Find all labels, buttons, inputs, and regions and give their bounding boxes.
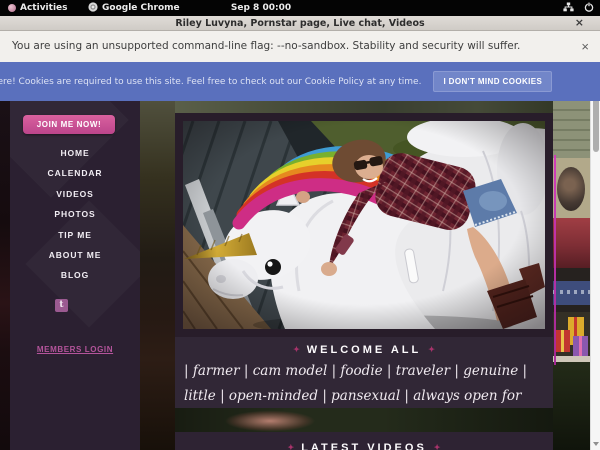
- sidebar-item-blog[interactable]: BLOG: [10, 265, 140, 285]
- system-status-area: [563, 0, 594, 16]
- background-left-strip: [0, 101, 10, 450]
- infobar-close-button[interactable]: ×: [581, 31, 589, 62]
- sidebar-menu: HOME CALENDAR VIDEOS PHOTOS TIP ME ABOUT…: [10, 143, 140, 286]
- welcome-heading: ✦ WELCOME ALL ✦: [175, 337, 553, 356]
- members-login-link[interactable]: MEMBERS LOGIN: [10, 345, 140, 354]
- tumblr-icon[interactable]: t: [55, 299, 68, 312]
- cookie-banner: Hey there! Cookies are required to use t…: [0, 62, 600, 101]
- latest-videos-heading: ✦ LATEST VIDEOS ✦: [175, 432, 553, 450]
- main-content: ✦ WELCOME ALL ✦ | farmer | cam model | foo…: [175, 113, 553, 450]
- cookie-message: Hey there! Cookies are required to use t…: [0, 77, 421, 87]
- welcome-panel: ✦ WELCOME ALL ✦ | farmer | cam model | foo…: [175, 337, 553, 408]
- background-middle-strip: [140, 101, 175, 450]
- sidebar-item-home[interactable]: HOME: [10, 143, 140, 163]
- welcome-title: WELCOME ALL: [307, 344, 421, 356]
- gift-box-purple: [573, 336, 588, 358]
- power-icon[interactable]: [584, 2, 594, 15]
- hero-photo-unicorn-scene: [183, 121, 545, 329]
- panel-gap: [175, 408, 553, 432]
- background-top-strip: [175, 101, 553, 113]
- background-magenta-edge: [554, 155, 556, 365]
- distro-dot-icon: [8, 4, 16, 12]
- infobar-message: You are using an unsupported command-lin…: [12, 31, 520, 62]
- window-title-bar: Riley Luvyna, Pornstar page, Live chat, …: [0, 16, 600, 31]
- background-blue-blanket: [553, 281, 591, 305]
- sidebar: JOIN ME NOW! HOME CALENDAR VIDEOS PHOTOS…: [10, 101, 140, 450]
- gift-box-red: [555, 330, 570, 352]
- page-viewport: JOIN ME NOW! HOME CALENDAR VIDEOS PHOTOS…: [0, 101, 600, 450]
- window-title: Riley Luvyna, Pornstar page, Live chat, …: [175, 18, 424, 29]
- app-name-label: Google Chrome: [102, 3, 180, 13]
- focused-app-menu[interactable]: Google Chrome: [88, 0, 180, 16]
- cookie-accept-button[interactable]: I DON'T MIND COOKIES: [433, 71, 552, 92]
- background-gifts-area: [553, 312, 591, 362]
- scroll-down-arrow-icon[interactable]: [593, 442, 599, 446]
- sidebar-item-tip-me[interactable]: TIP ME: [10, 225, 140, 245]
- system-top-bar: Activities Google Chrome Sep 8 00:00: [0, 0, 600, 16]
- activities-button[interactable]: Activities: [8, 0, 68, 16]
- scrollbar[interactable]: [590, 62, 600, 450]
- window-close-button[interactable]: ×: [575, 16, 584, 30]
- sidebar-item-videos[interactable]: VIDEOS: [10, 184, 140, 204]
- network-icon[interactable]: [563, 2, 574, 15]
- join-me-now-button[interactable]: JOIN ME NOW!: [23, 115, 115, 134]
- background-grass: [553, 362, 591, 450]
- tagline-text: | farmer | cam model | foodie | traveler…: [184, 359, 544, 408]
- sidebar-item-photos[interactable]: PHOTOS: [10, 204, 140, 224]
- sidebar-item-calendar[interactable]: CALENDAR: [10, 163, 140, 183]
- hero-photo-card: [175, 113, 553, 337]
- diamond-icon: ✦: [293, 345, 300, 354]
- latest-videos-title: LATEST VIDEOS: [301, 442, 427, 450]
- sidebar-item-about-me[interactable]: ABOUT ME: [10, 245, 140, 265]
- background-round-mirror: [557, 167, 585, 211]
- background-right-strip: [553, 101, 591, 450]
- activities-label: Activities: [20, 3, 68, 13]
- clock[interactable]: Sep 8 00:00: [228, 0, 294, 16]
- latest-videos-panel: ✦ LATEST VIDEOS ✦: [175, 432, 553, 450]
- diamond-icon: ✦: [288, 443, 295, 450]
- diamond-icon: ✦: [434, 443, 441, 450]
- chrome-icon: [88, 2, 98, 15]
- background-ceiling: [553, 101, 591, 158]
- browser-infobar: You are using an unsupported command-lin…: [0, 31, 600, 62]
- background-red-couch: [553, 218, 591, 268]
- diamond-icon: ✦: [428, 345, 435, 354]
